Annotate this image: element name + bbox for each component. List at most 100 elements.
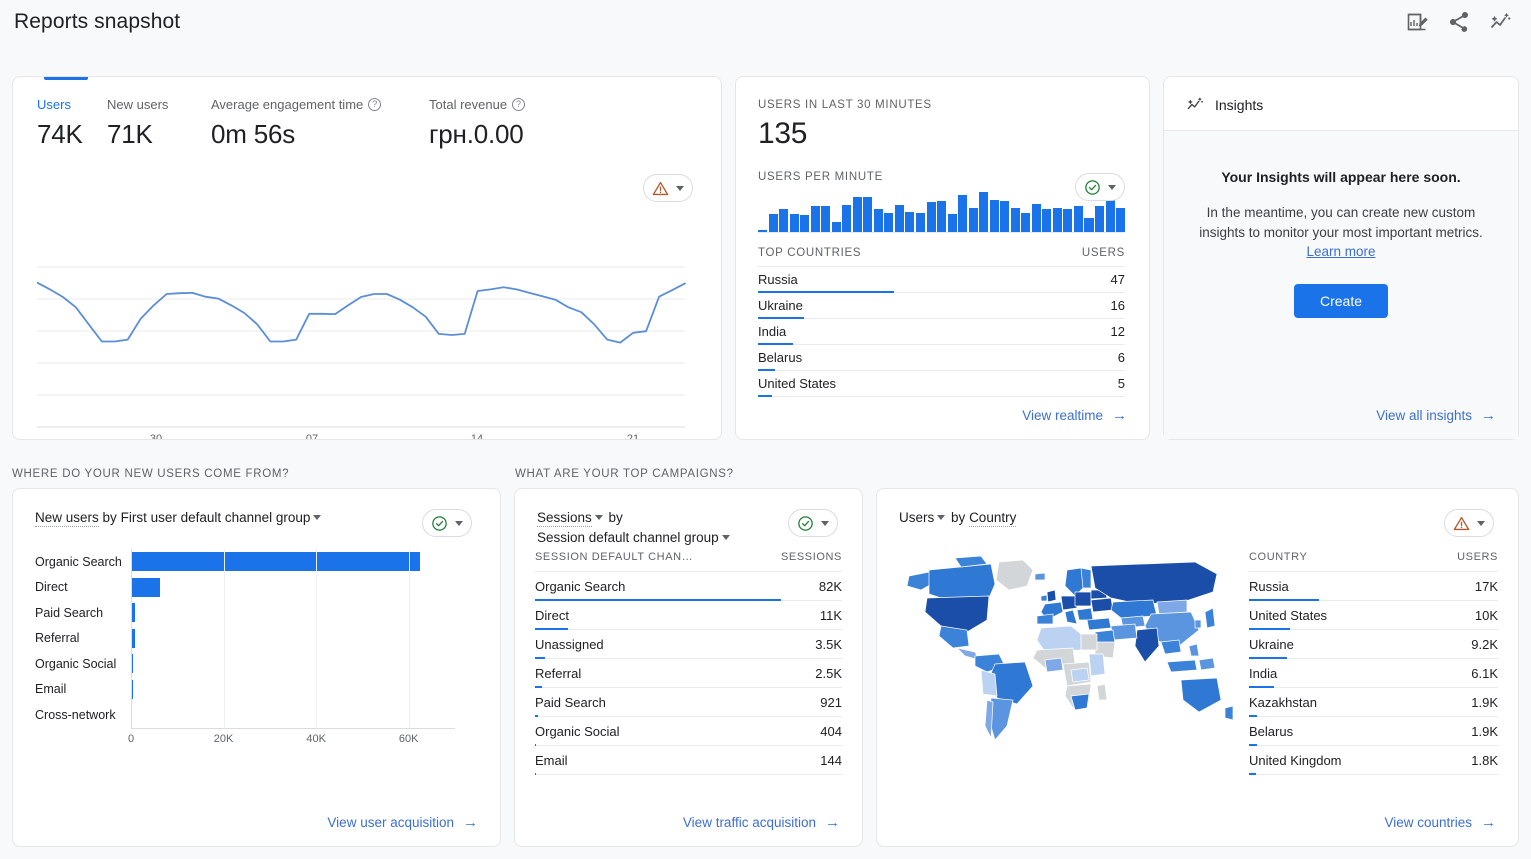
row-label: United States [1249, 608, 1327, 623]
row-value: 6.1K [1471, 666, 1498, 681]
view-user-acquisition-link[interactable]: View user acquisition → [327, 815, 478, 830]
table-row[interactable]: Ukraine9.2K [1249, 630, 1498, 659]
row-value: 11K [820, 608, 842, 623]
insights-title: Insights [1215, 97, 1263, 113]
bar-track [131, 651, 455, 677]
view-traffic-acquisition-link[interactable]: View traffic acquisition → [683, 815, 840, 830]
metric-tab-avg-engagement-time[interactable]: Average engagement time ? 0m 56s [211, 95, 429, 150]
row-value: 921 [820, 695, 842, 710]
view-countries-link[interactable]: View countries → [1384, 815, 1496, 830]
users-per-minute-bar [990, 200, 999, 232]
table-row[interactable]: Paid Search921 [535, 688, 842, 717]
new-users-by-label: by [103, 510, 117, 525]
x-tick: 20K [214, 733, 234, 745]
traffic-metric-selector[interactable]: Sessions [537, 510, 592, 527]
bar-track [131, 600, 455, 626]
users-per-minute-bar [969, 208, 978, 232]
view-countries-label: View countries [1384, 815, 1472, 830]
users-per-minute-bar [895, 205, 904, 232]
section-caption-top-campaigns: WHAT ARE YOUR TOP CAMPAIGNS? [515, 468, 734, 480]
bar-track [131, 549, 455, 575]
data-quality-badge-ok[interactable] [788, 509, 838, 537]
row-acquisition: New users by First user default channel … [12, 488, 1519, 847]
arrow-right-icon: → [1112, 408, 1127, 423]
view-realtime-link[interactable]: View realtime → [1022, 408, 1127, 423]
table-row[interactable]: United States5 [758, 371, 1125, 397]
new-users-by-channel-chart: Organic SearchDirectPaid SearchReferralO… [35, 549, 455, 764]
traffic-dimension-selector[interactable]: Session default channel group [537, 530, 719, 545]
realtime-col-users: USERS [1082, 247, 1125, 259]
country-table: COUNTRY USERS Russia17KUnited States10KU… [1249, 551, 1498, 775]
table-row[interactable]: Ukraine16 [758, 293, 1125, 319]
create-insight-button[interactable]: Create [1294, 284, 1388, 318]
map-metric-selector[interactable]: Users [899, 510, 934, 525]
metric-tab-total-revenue[interactable]: Total revenue ? грн.0.00 [429, 95, 609, 150]
warning-triangle-icon [651, 179, 670, 198]
overview-card: Users 74K New users 71K Average engageme… [12, 76, 722, 440]
data-quality-badge-warning[interactable] [1444, 509, 1494, 537]
traffic-table-body: Organic Search82KDirect11KUnassigned3.5K… [535, 572, 842, 775]
help-icon[interactable]: ? [368, 98, 381, 111]
map-dimension-selector[interactable]: Country [969, 510, 1016, 527]
gridline [409, 549, 410, 728]
row-value: 9.2K [1471, 637, 1498, 652]
row-label: United Kingdom [1249, 753, 1342, 768]
share-icon[interactable] [1447, 10, 1471, 34]
users-per-minute-bar [1053, 208, 1062, 232]
metric-tab-users[interactable]: Users 74K [37, 95, 107, 150]
country-users: 6 [1118, 350, 1125, 365]
table-row[interactable]: India6.1K [1249, 659, 1498, 688]
bar-fill [132, 578, 160, 597]
table-row[interactable]: Email144 [535, 746, 842, 775]
table-row[interactable]: Russia47 [758, 267, 1125, 293]
users-over-time-chart: 5K 4K 3K 2K 1K 0 30Apr 07May 14 21 [37, 237, 709, 437]
users-by-country-card: Users by Country [876, 488, 1519, 847]
bar-track [131, 575, 455, 601]
table-row[interactable]: India12 [758, 319, 1125, 345]
users-per-minute-bar [874, 209, 883, 232]
users-per-minute-bar [1095, 206, 1104, 232]
x-tick-30-apr: 30Apr [141, 433, 171, 440]
traffic-table: SESSION DEFAULT CHAN… SESSIONS Organic S… [535, 551, 842, 775]
realtime-active-users: 135 [758, 117, 1125, 151]
edit-chart-icon[interactable] [1405, 10, 1429, 34]
users-per-minute-bar [811, 206, 820, 232]
arrow-right-icon: → [1481, 408, 1496, 423]
users-per-minute-label: USERS PER MINUTE [758, 171, 1125, 183]
table-row[interactable]: Referral2.5K [535, 659, 842, 688]
row-value: 404 [820, 724, 842, 739]
chevron-down-icon [722, 535, 730, 540]
table-row[interactable]: Belarus6 [758, 345, 1125, 371]
help-icon[interactable]: ? [512, 98, 525, 111]
country-users: 16 [1111, 298, 1125, 313]
row-label: Email [535, 753, 568, 768]
world-map[interactable] [895, 545, 1235, 755]
table-row[interactable]: Kazakhstan1.9K [1249, 688, 1498, 717]
traffic-acquisition-card: Sessions by Session default channel grou… [514, 488, 863, 847]
data-quality-badge-ok[interactable] [422, 509, 472, 537]
learn-more-link[interactable]: Learn more [1306, 244, 1375, 259]
new-users-metric-selector[interactable]: New users [35, 510, 99, 527]
table-row[interactable]: Organic Search82K [535, 572, 842, 601]
table-row[interactable]: Direct11K [535, 601, 842, 630]
table-row[interactable]: Unassigned3.5K [535, 630, 842, 659]
bar-row: Cross-network [35, 702, 455, 728]
bar-label: Email [35, 682, 131, 696]
table-row[interactable]: United States10K [1249, 601, 1498, 630]
table-row[interactable]: Organic Social404 [535, 717, 842, 746]
data-quality-badge-ok[interactable] [1075, 173, 1125, 201]
table-row[interactable]: Russia17K [1249, 572, 1498, 601]
table-row[interactable]: United Kingdom1.8K [1249, 746, 1498, 775]
chevron-down-icon [821, 521, 829, 526]
metric-value-new-users: 71K [107, 119, 211, 150]
new-users-dimension-selector[interactable]: First user default channel group [121, 510, 311, 525]
row-value: 17K [1475, 579, 1498, 594]
view-all-insights-link[interactable]: View all insights → [1376, 408, 1496, 423]
data-quality-badge-warning[interactable] [643, 174, 693, 202]
insights-icon[interactable] [1489, 10, 1513, 34]
table-row[interactable]: Belarus1.9K [1249, 717, 1498, 746]
metric-tab-new-users[interactable]: New users 71K [107, 95, 211, 150]
users-per-minute-bar [853, 197, 862, 232]
users-per-minute-bar [779, 209, 788, 232]
metric-tabs: Users 74K New users 71K Average engageme… [13, 77, 721, 150]
